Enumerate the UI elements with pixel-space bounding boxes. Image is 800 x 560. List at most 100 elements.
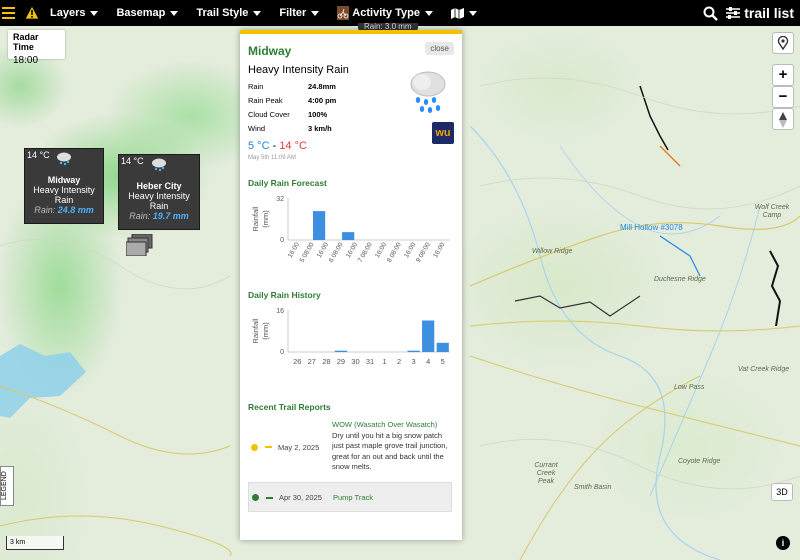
layer-stack-icon[interactable] <box>126 234 154 256</box>
report-title-link[interactable]: Pump Track <box>333 493 373 502</box>
legend-tab[interactable]: LEGEND <box>0 466 14 506</box>
warning-icon[interactable] <box>24 5 40 21</box>
menu-filter-label: Filter <box>279 7 307 19</box>
info-icon[interactable]: i <box>776 536 790 550</box>
menu-icon[interactable] <box>2 0 18 26</box>
station-card-heber[interactable]: 14 °C Heber City Heavy Intensity Rain Ra… <box>118 154 200 230</box>
chevron-down-icon <box>90 10 99 16</box>
station-rain-value: 19.7 mm <box>152 211 189 221</box>
menu-basemap-label: Basemap <box>116 7 166 19</box>
menu-trail-style-label: Trail Style <box>196 7 249 19</box>
locate-button[interactable] <box>772 32 794 54</box>
x-tick-label: 27 <box>308 357 316 366</box>
sliders-icon <box>726 7 741 19</box>
map-label-coyote: Coyote Ridge <box>678 458 721 465</box>
trail-list-button[interactable]: trail list <box>726 5 794 21</box>
chart-bar <box>334 350 348 352</box>
y-axis-label: Rainfall <box>251 318 260 343</box>
menu-activity-type-label: Activity Type <box>352 7 420 19</box>
plus-icon: + <box>778 66 788 83</box>
report-date: Apr 30, 2025 <box>279 493 322 502</box>
bike-icon <box>337 6 350 20</box>
menu-map-view[interactable] <box>450 7 477 19</box>
menu-basemap[interactable]: Basemap <box>116 7 179 19</box>
map-label-wolfcreek: Wolf Creek Camp <box>754 204 790 219</box>
menu-activity-type[interactable]: Activity Type <box>337 6 433 20</box>
x-tick-label: 30 <box>351 357 359 366</box>
location-pin-icon <box>777 35 789 51</box>
status-dash <box>265 446 272 448</box>
chevron-down-icon <box>170 10 179 16</box>
chart-bar <box>407 350 420 352</box>
temp-range: 5 °C - 14 °C <box>248 140 454 152</box>
y-axis-unit: (mm) <box>261 322 270 340</box>
x-tick-label: 6 08:00 <box>328 241 345 264</box>
station-rain: Rain: 19.7 mm <box>119 211 199 221</box>
station-rain-label: Rain: <box>129 211 151 221</box>
map-label-vatcreek: Vat Creek Ridge <box>738 366 790 373</box>
x-tick-label: 4 <box>426 357 430 366</box>
y-tick-label: 0 <box>280 349 284 356</box>
x-tick-label: 16:00 <box>374 241 388 259</box>
popup-title: Midway <box>248 44 292 58</box>
status-dot <box>251 444 258 451</box>
x-tick-label: 28 <box>322 357 330 366</box>
x-tick-label: 5 <box>441 357 445 366</box>
search-icon[interactable] <box>703 6 719 21</box>
x-tick-label: 26 <box>293 357 301 366</box>
map-label-currant: Currant Creek Peak <box>534 462 558 485</box>
reports-title: Recent Trail Reports <box>248 402 331 412</box>
station-temp: 14 °C <box>121 156 144 166</box>
chevron-down-icon <box>468 10 477 16</box>
y-tick-label: 16 <box>276 308 284 315</box>
temp-high: 14 °C <box>279 140 307 152</box>
wu-logo[interactable]: wu <box>432 122 454 144</box>
menu-filter[interactable]: Filter <box>279 7 320 19</box>
radar-time-label: Radar Time <box>13 32 39 52</box>
history-title: Daily Rain History <box>248 290 321 300</box>
chevron-down-icon <box>424 10 433 16</box>
close-button[interactable]: close <box>425 42 454 55</box>
stat-value: 3 km/h <box>308 124 332 133</box>
forecast-chart: Rainfall (mm)32016:005 08:00 16:006 08:00 1… <box>251 196 450 264</box>
x-tick-label: 16:00 <box>345 241 359 259</box>
minus-icon: − <box>778 88 788 105</box>
status-dash <box>266 497 273 499</box>
map-icon <box>450 7 464 19</box>
stat-key: Cloud Cover <box>248 110 290 119</box>
radar-time-value: 18:00 <box>13 55 39 66</box>
zoom-out-button[interactable]: − <box>772 86 794 108</box>
report-text: Dry until you hit a big snow patch just … <box>332 430 448 472</box>
compass-icon <box>779 112 787 128</box>
x-tick-label: 16:00 <box>287 241 301 259</box>
zoom-in-button[interactable]: + <box>772 64 794 86</box>
temp-separator: - <box>269 140 280 152</box>
x-tick-label: 16:00 <box>403 241 417 259</box>
station-rain-value: 24.8 mm <box>57 205 94 215</box>
trail-report-row[interactable]: Apr 30, 2025 Pump Track <box>248 482 452 512</box>
stat-value: 24.8mm <box>308 82 336 91</box>
station-rain-label: Rain: <box>34 205 56 215</box>
3d-toggle-button[interactable]: 3D <box>771 483 793 501</box>
station-card-midway[interactable]: 14 °C Midway Heavy Intensity Rain Rain: … <box>24 148 104 224</box>
map-label-smith: Smith Basin <box>574 484 612 491</box>
report-title-link[interactable]: WOW (Wasatch Over Wasatch) <box>332 420 454 431</box>
trail-list-label: trail list <box>744 5 794 21</box>
weather-popup: Midway close Heavy Intensity Rain Rain 24… <box>240 30 462 540</box>
trail-label[interactable]: Mill Hollow #3078 <box>620 224 683 232</box>
stat-key: Rain <box>248 82 264 91</box>
x-tick-label: 7 08:00 <box>357 241 374 264</box>
stat-row: Wind 3 km/h <box>248 122 454 136</box>
report-date: May 2, 2025 <box>278 443 320 452</box>
heavy-rain-icon <box>410 71 446 113</box>
compass-button[interactable] <box>772 108 794 130</box>
menu-trail-style[interactable]: Trail Style <box>196 7 262 19</box>
trail-report-row[interactable]: May 2, 2025 WOW (Wasatch Over Wasatch) D… <box>248 420 452 476</box>
menu-layers[interactable]: Layers <box>50 7 99 19</box>
chart-bar <box>312 211 326 240</box>
station-condition: Heavy Intensity Rain <box>128 191 190 211</box>
temp-low: 5 °C <box>248 140 270 152</box>
chart-bar <box>436 342 449 352</box>
stat-key: Rain Peak <box>248 96 283 105</box>
x-tick-label: 3 <box>412 357 416 366</box>
